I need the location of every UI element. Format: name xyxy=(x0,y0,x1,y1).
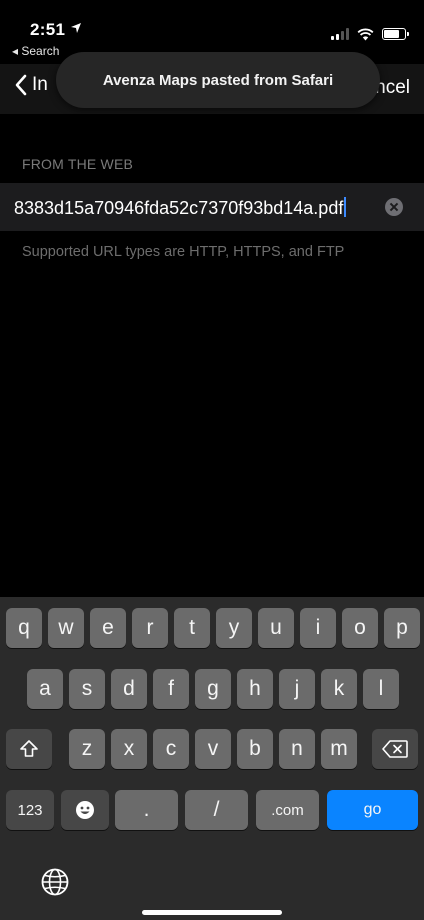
key-w[interactable]: w xyxy=(48,608,84,648)
key-r[interactable]: r xyxy=(132,608,168,648)
key-e[interactable]: e xyxy=(90,608,126,648)
url-input-field[interactable]: 8383d15a70946fda52c7370f93bd14a.pdf xyxy=(0,183,424,231)
key-m[interactable]: m xyxy=(321,729,357,769)
shift-key[interactable] xyxy=(6,729,52,769)
key-y[interactable]: y xyxy=(216,608,252,648)
emoji-icon xyxy=(76,801,94,819)
go-button[interactable]: go xyxy=(327,790,418,830)
supported-url-note: Supported URL types are HTTP, HTTPS, and… xyxy=(22,244,345,260)
dotcom-key[interactable]: .com xyxy=(256,790,319,830)
home-indicator xyxy=(142,910,282,915)
key-b[interactable]: b xyxy=(237,729,273,769)
battery-icon xyxy=(382,28,409,40)
chevron-left-icon xyxy=(15,74,27,96)
key-u[interactable]: u xyxy=(258,608,294,648)
key-l[interactable]: l xyxy=(363,669,399,709)
url-input-value[interactable]: 8383d15a70946fda52c7370f93bd14a.pdf xyxy=(14,197,347,219)
key-c[interactable]: c xyxy=(153,729,189,769)
toast-message: Avenza Maps pasted from Safari xyxy=(102,71,334,89)
key-i[interactable]: i xyxy=(300,608,336,648)
numbers-key[interactable]: 123 xyxy=(6,790,54,830)
clear-circle-icon[interactable] xyxy=(385,198,403,216)
key-p[interactable]: p xyxy=(384,608,420,648)
backspace-icon xyxy=(382,740,408,758)
key-s[interactable]: s xyxy=(69,669,105,709)
key-d[interactable]: d xyxy=(111,669,147,709)
key-n[interactable]: n xyxy=(279,729,315,769)
back-to-app-link[interactable]: ◂ Search xyxy=(12,44,59,58)
cancel-button[interactable]: ncel xyxy=(375,77,410,99)
status-icons xyxy=(331,26,409,42)
cellular-signal-icon xyxy=(331,28,349,40)
back-button-label: In xyxy=(32,74,48,95)
wifi-icon xyxy=(357,28,374,40)
key-f[interactable]: f xyxy=(153,669,189,709)
slash-key[interactable]: / xyxy=(185,790,248,830)
shift-arrow-icon xyxy=(20,740,38,757)
section-header: FROM THE WEB xyxy=(22,156,134,172)
emoji-key[interactable] xyxy=(61,790,109,830)
key-h[interactable]: h xyxy=(237,669,273,709)
key-a[interactable]: a xyxy=(27,669,63,709)
globe-icon[interactable] xyxy=(40,867,70,897)
paste-notification-toast: Avenza Maps pasted from Safari xyxy=(56,52,380,108)
key-q[interactable]: q xyxy=(6,608,42,648)
key-x[interactable]: x xyxy=(111,729,147,769)
location-arrow-icon xyxy=(71,23,81,33)
key-o[interactable]: o xyxy=(342,608,378,648)
key-t[interactable]: t xyxy=(174,608,210,648)
text-caret xyxy=(344,197,347,217)
keyboard: q w e r t y u i o p a s d f g h j k l z … xyxy=(0,597,424,920)
key-g[interactable]: g xyxy=(195,669,231,709)
period-key[interactable]: . xyxy=(115,790,178,830)
back-button[interactable]: In xyxy=(14,74,48,96)
key-v[interactable]: v xyxy=(195,729,231,769)
key-j[interactable]: j xyxy=(279,669,315,709)
key-z[interactable]: z xyxy=(69,729,105,769)
delete-key[interactable] xyxy=(372,729,418,769)
status-time: 2:51 xyxy=(30,20,66,39)
key-k[interactable]: k xyxy=(321,669,357,709)
